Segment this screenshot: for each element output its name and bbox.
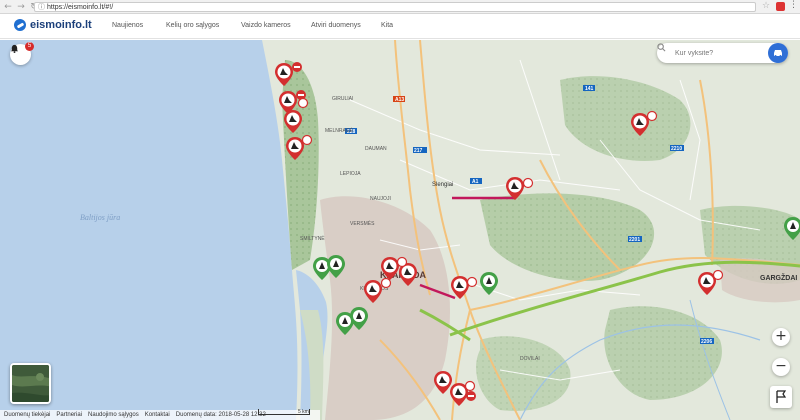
nav-oro-salygos[interactable]: Kelių oro sąlygos	[166, 22, 219, 29]
place-label: SMILTYNĖ	[300, 235, 325, 242]
road-number-label: A1	[472, 179, 479, 185]
footer-link-terms[interactable]: Naudojimo sąlygos	[88, 412, 139, 418]
road-number-label: 2206	[701, 339, 712, 345]
road-number-label: 2210	[671, 146, 682, 152]
nav-kita[interactable]: Kita	[381, 22, 393, 29]
traffic-map[interactable]: A13 A1 141 217 2201 2206 2210 228 GIRULI…	[0, 40, 800, 420]
zoom-out-button[interactable]: −	[772, 358, 790, 376]
footer-link-suppliers[interactable]: Duomenų tiekėjai	[4, 412, 50, 418]
browser-menu-icon[interactable]: ⋮	[789, 0, 798, 10]
search-input[interactable]	[675, 48, 763, 58]
nav-atviri-duomenys[interactable]: Atviri duomenys	[311, 22, 361, 29]
url-text: https://eismoinfo.lt/#!/	[47, 4, 114, 11]
search-box[interactable]	[657, 43, 788, 63]
place-label: LEPIOJA	[340, 171, 361, 177]
place-label: GIRULIAI	[332, 96, 353, 102]
place-label: MELNRAGĖ	[325, 127, 354, 134]
app-header: eismoinfo.lt Naujienos Kelių oro sąlygos…	[0, 15, 800, 39]
footer-link-contacts[interactable]: Kontaktai	[145, 412, 170, 418]
data-date: Duomenų data: 2018-05-28 12:32	[175, 412, 266, 418]
extension-icon[interactable]	[776, 2, 785, 11]
report-button[interactable]	[770, 386, 792, 408]
city-label-gargzdai: GARGŽDAI	[760, 273, 797, 282]
car-icon	[774, 50, 782, 57]
road-number-label: A13	[395, 97, 404, 103]
place-label: VERSMĖS	[350, 220, 375, 227]
sea-label: Baltijos jūra	[80, 213, 120, 222]
back-arrow-icon[interactable]: ←	[3, 2, 13, 12]
road-number-label: 2201	[629, 237, 640, 243]
place-label: DOVILAI	[520, 356, 540, 362]
map-canvas[interactable]: A13 A1 141 217 2201 2206 2210 228 GIRULI…	[0, 40, 800, 420]
browser-toolbar: ← → ↻ ⓘ https://eismoinfo.lt/#!/ ☆ ⋮	[0, 0, 800, 14]
satellite-layer-toggle[interactable]	[10, 363, 51, 404]
flag-icon	[776, 390, 787, 403]
place-label: NAUJOJI	[370, 196, 391, 202]
road-number-label: 217	[414, 148, 423, 154]
logo-text: eismoinfo.lt	[30, 19, 92, 31]
town-label-slengiai: Slengiai	[432, 182, 453, 188]
logo-mark-icon	[14, 19, 26, 31]
place-label: DAUMAN	[365, 146, 387, 152]
bell-icon	[10, 44, 19, 53]
forward-arrow-icon[interactable]: →	[16, 2, 26, 12]
map-scale-label: 5 km	[298, 409, 309, 415]
bookmark-star-icon[interactable]: ☆	[762, 1, 770, 11]
notification-count-badge: 5	[25, 42, 34, 51]
search-icon	[657, 43, 666, 52]
address-bar[interactable]: ⓘ https://eismoinfo.lt/#!/	[34, 2, 756, 12]
footer-link-partners[interactable]: Partneriai	[56, 412, 82, 418]
zoom-in-button[interactable]: +	[772, 328, 790, 346]
road-number-label: 141	[585, 86, 594, 92]
satellite-thumbnail	[12, 365, 49, 402]
logo[interactable]: eismoinfo.lt	[14, 19, 92, 31]
nav-vaizdo-kameros[interactable]: Vaizdo kameros	[241, 22, 291, 29]
route-button[interactable]	[768, 43, 788, 63]
notifications-button[interactable]: 5	[10, 42, 34, 65]
nav-naujienos[interactable]: Naujienos	[112, 22, 143, 29]
info-icon[interactable]: ⓘ	[38, 3, 45, 12]
